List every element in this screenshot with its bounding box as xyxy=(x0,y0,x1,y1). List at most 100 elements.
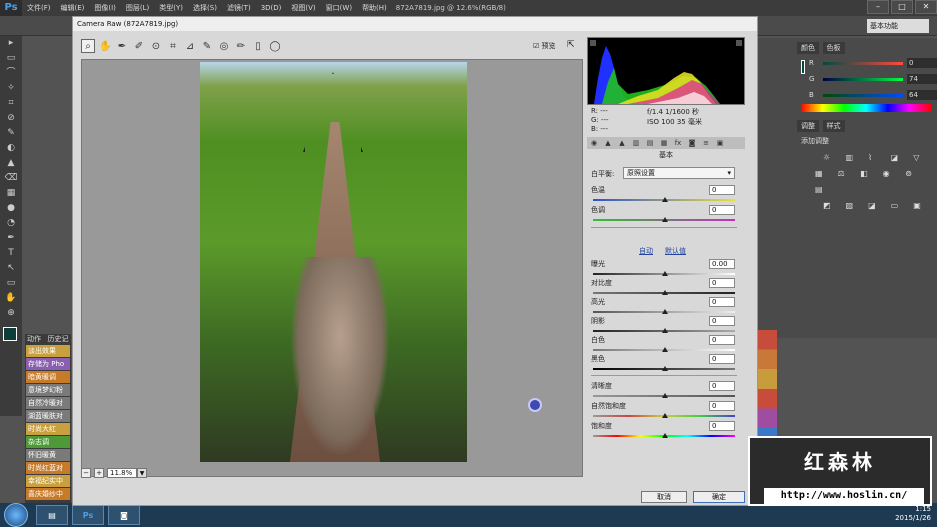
eraser-tool-icon[interactable]: ⌫ xyxy=(0,171,22,186)
whites-thumb[interactable] xyxy=(662,347,668,352)
minimize-button[interactable]: – xyxy=(867,0,889,14)
magic-wand-tool-icon[interactable]: ✧ xyxy=(0,81,22,96)
zoom-icon[interactable]: ⌕ xyxy=(81,39,95,53)
menu-view[interactable]: 视图(V) xyxy=(286,3,320,13)
tint-value[interactable]: 0 xyxy=(709,205,735,215)
contrast-thumb[interactable] xyxy=(662,290,668,295)
zoom-out-icon[interactable]: − xyxy=(81,468,91,478)
auto-link[interactable]: 自动 xyxy=(639,246,653,256)
tab-adjustments[interactable]: 调整 xyxy=(797,120,819,132)
document-tab[interactable]: 872A7819.jpg @ 12.6%(RGB/8) xyxy=(396,4,506,12)
whites-value[interactable]: 0 xyxy=(709,335,735,345)
spot-removal-icon[interactable]: ✎ xyxy=(200,39,214,53)
action-item[interactable]: 幸福纪实中 xyxy=(26,475,70,487)
target-adjust-icon[interactable]: ⊙ xyxy=(149,39,163,53)
chevron-down-icon[interactable]: ▼ xyxy=(137,468,147,478)
temperature-value[interactable]: 0 xyxy=(709,185,735,195)
exposure-thumb[interactable] xyxy=(662,271,668,276)
contrast-value[interactable]: 0 xyxy=(709,278,735,288)
r-slider[interactable] xyxy=(823,61,903,65)
action-item[interactable]: 怀旧暖黄 xyxy=(26,449,70,461)
tab-color[interactable]: 颜色 xyxy=(797,42,819,54)
action-item[interactable]: 淡出效果 xyxy=(26,345,70,357)
lookup-icon[interactable]: ▤ xyxy=(815,185,827,195)
preview-checkbox[interactable]: ☑ 预览 xyxy=(533,41,556,51)
action-item[interactable]: 湖蓝暖肤对 xyxy=(26,410,70,422)
b-value[interactable]: 64 xyxy=(907,90,937,100)
tab-swatches[interactable]: 色板 xyxy=(822,42,845,54)
crop-tool-icon[interactable]: ⌗ xyxy=(0,96,22,111)
photo-filter-icon[interactable]: ◉ xyxy=(883,169,895,179)
foreground-color-swatch[interactable] xyxy=(3,327,17,341)
presets-tab-icon[interactable]: ≡ xyxy=(699,137,713,149)
tone-curve-tab-icon[interactable]: ▲ xyxy=(601,137,615,149)
tab-actions[interactable]: 动作 xyxy=(25,333,43,345)
cancel-button[interactable]: 取消 xyxy=(641,491,687,503)
color-swatch[interactable] xyxy=(801,60,805,74)
menu-image[interactable]: 图像(I) xyxy=(89,3,121,13)
bw-icon[interactable]: ◧ xyxy=(860,169,872,179)
action-item[interactable]: 意境梦幻粉 xyxy=(26,384,70,396)
history-brush-tool-icon[interactable]: ▲ xyxy=(0,156,22,171)
adjustment-brush-icon[interactable]: ✏ xyxy=(234,39,248,53)
path-select-tool-icon[interactable]: ↖ xyxy=(0,261,22,276)
shape-tool-icon[interactable]: ▭ xyxy=(0,276,22,291)
camera-calibration-tab-icon[interactable]: ◙ xyxy=(685,137,699,149)
zoom-in-icon[interactable]: + xyxy=(94,468,104,478)
vibrance-thumb[interactable] xyxy=(662,413,668,418)
gradient-map-icon[interactable]: ▭ xyxy=(891,201,903,211)
menu-filter[interactable]: 滤镜(T) xyxy=(222,3,256,13)
effects-tab-icon[interactable]: fx xyxy=(671,137,685,149)
lens-tab-icon[interactable]: ▦ xyxy=(657,137,671,149)
ok-button[interactable]: 确定 xyxy=(693,491,745,503)
temperature-thumb[interactable] xyxy=(662,197,668,202)
action-item[interactable]: 存储为 Pho xyxy=(26,358,70,370)
move-tool-icon[interactable]: ▸ xyxy=(0,36,22,51)
zoom-level[interactable]: 11.8% xyxy=(107,468,137,478)
highlights-thumb[interactable] xyxy=(662,309,668,314)
pen-tool-icon[interactable]: ✒ xyxy=(0,231,22,246)
eyedropper-tool-icon[interactable]: ⊘ xyxy=(0,111,22,126)
b-slider[interactable] xyxy=(823,93,903,97)
tab-styles[interactable]: 样式 xyxy=(822,120,845,132)
snapshots-tab-icon[interactable]: ▣ xyxy=(713,137,727,149)
white-balance-select[interactable]: 原照设置 ▾ xyxy=(623,167,735,179)
clarity-thumb[interactable] xyxy=(662,393,668,398)
stamp-tool-icon[interactable]: ◐ xyxy=(0,141,22,156)
hand-icon[interactable]: ✋ xyxy=(98,39,112,53)
vibrance-value[interactable]: 0 xyxy=(709,401,735,411)
hsl-tab-icon[interactable]: ▥ xyxy=(629,137,643,149)
detail-tab-icon[interactable]: ▲ xyxy=(615,137,629,149)
selective-color-icon[interactable]: ▣ xyxy=(913,201,925,211)
camera-task-icon[interactable]: ◙ xyxy=(108,505,140,525)
red-eye-icon[interactable]: ◎ xyxy=(217,39,231,53)
zoom-tool-icon[interactable]: ⊕ xyxy=(0,306,22,321)
split-toning-tab-icon[interactable]: ▤ xyxy=(643,137,657,149)
lasso-tool-icon[interactable]: ⌒ xyxy=(0,66,22,81)
type-tool-icon[interactable]: T xyxy=(0,246,22,261)
brush-tool-icon[interactable]: ✎ xyxy=(0,126,22,141)
photoshop-task-icon[interactable]: Ps xyxy=(72,505,104,525)
action-item[interactable]: 暗黄暖调 xyxy=(26,371,70,383)
straighten-icon[interactable]: ⊿ xyxy=(183,39,197,53)
vibrance-icon[interactable]: ▽ xyxy=(913,153,925,163)
white-balance-icon[interactable]: ✒ xyxy=(115,39,129,53)
action-item[interactable]: 自然冷暖对 xyxy=(26,397,70,409)
g-slider[interactable] xyxy=(823,77,903,81)
invert-icon[interactable]: ◩ xyxy=(823,201,835,211)
clarity-value[interactable]: 0 xyxy=(709,381,735,391)
menu-edit[interactable]: 编辑(E) xyxy=(56,3,90,13)
menu-select[interactable]: 选择(S) xyxy=(188,3,222,13)
exposure-value[interactable]: 0.00 xyxy=(709,259,735,269)
saturation-value[interactable]: 0 xyxy=(709,421,735,431)
hand-tool-icon[interactable]: ✋ xyxy=(0,291,22,306)
marquee-tool-icon[interactable]: ▭ xyxy=(0,51,22,66)
tint-thumb[interactable] xyxy=(662,217,668,222)
fullscreen-icon[interactable]: ⇱ xyxy=(567,40,579,52)
explorer-task-icon[interactable]: ▤ xyxy=(36,505,68,525)
menu-help[interactable]: 帮助(H) xyxy=(357,3,392,13)
start-button[interactable] xyxy=(4,503,28,527)
action-item[interactable]: 杂志调 xyxy=(26,436,70,448)
close-button[interactable]: ✕ xyxy=(915,0,937,14)
mixer-icon[interactable]: ⊚ xyxy=(905,169,917,179)
